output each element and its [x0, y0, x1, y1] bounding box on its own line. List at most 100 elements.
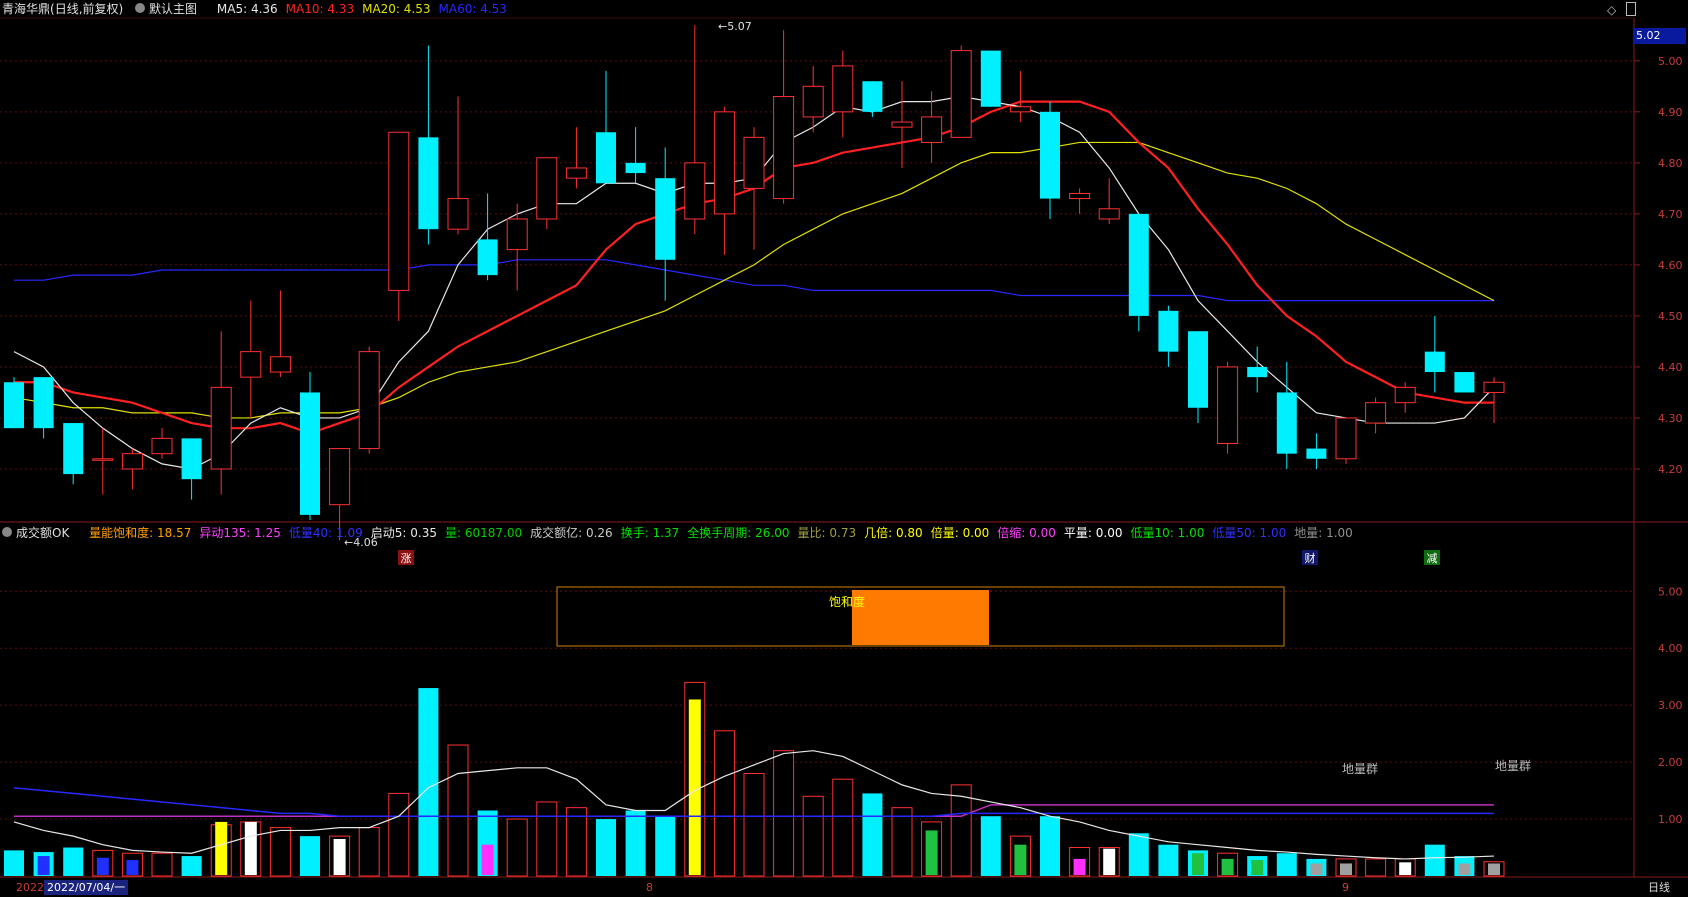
candle-body-up [802, 85, 824, 118]
legend-value: 4.36 [247, 2, 278, 16]
legend-label: 成交额亿: [530, 526, 583, 540]
y-tick-label: 4.30 [1658, 412, 1683, 425]
candle-body-up [565, 167, 587, 179]
sub-item-10: 倍量: 0.00 [931, 526, 990, 540]
sub-item-12: 平量: 0.00 [1064, 526, 1123, 540]
volume-bar-down [181, 856, 202, 876]
y-tick-label: 4.70 [1658, 208, 1683, 221]
candle-body-up [1335, 417, 1357, 460]
candle-body-down [1158, 310, 1179, 352]
volume-bar-up [950, 784, 972, 877]
volume-signal-bar [1458, 863, 1471, 875]
legend-label: 换手: [620, 526, 649, 540]
legend-value: 4.53 [399, 2, 431, 16]
sub-item-7: 全换手周期: 26.00 [687, 526, 789, 540]
legend-label: MA10: [285, 2, 324, 16]
main-chart-header: 青海华鼎(日线,前复权) 默认主图 MA5: 4.36 MA10: 4.33 MA2… [2, 0, 523, 18]
candle-body-up [1009, 106, 1031, 113]
ground-volume-label-1: 地量群 [1342, 762, 1378, 776]
candle-body-up [151, 437, 173, 455]
sub-template-label[interactable]: 成交额OK [2, 526, 77, 540]
volume-signal-bar [481, 844, 494, 875]
sub-item-14: 低量50: 1.00 [1212, 526, 1286, 540]
dropdown-icon[interactable] [1626, 2, 1636, 16]
stock-name[interactable]: 青海华鼎 [2, 2, 50, 16]
legend-value: 18.57 [153, 526, 192, 540]
legend-value: 1.00 [1322, 526, 1353, 540]
ma-legend: MA5: 4.36 MA10: 4.33 MA20: 4.53 MA60: 4.53 [217, 2, 515, 16]
sub-item-15: 地量: 1.00 [1294, 526, 1353, 540]
legend-label: 低量50: [1212, 526, 1256, 540]
legend-label: 倍缩: [997, 526, 1026, 540]
chart-canvas[interactable]: 5.00 4.90 4.80 4.70 4.60 4.50 4.40 4.30 4.20 ←5.0… [0, 0, 1688, 897]
volume-signal-bar [688, 699, 701, 875]
marker-zhang: 涨 [401, 552, 412, 565]
candle-body-up [891, 121, 913, 128]
date-label: 2022/07/04/一 [44, 880, 129, 895]
candle-body-up [1098, 208, 1120, 220]
legend-label: MA20: [362, 2, 400, 16]
current-price-tag: 5.02 [1633, 28, 1686, 44]
candle-body-up [1365, 402, 1387, 424]
legend-label: 地量: [1294, 526, 1323, 540]
legend-value: 0.00 [958, 526, 990, 540]
volume-signal-bar [1221, 858, 1234, 875]
sub-item-4: 量: 60187.00 [445, 526, 522, 540]
legend-label: 全换手周期: [687, 526, 752, 540]
candle-body-down [477, 239, 498, 276]
candle-body-up [921, 116, 943, 143]
volume-signal-bar [244, 821, 257, 875]
diamond-icon[interactable]: ◇ [1607, 3, 1616, 17]
legend-value: 1.09 [332, 526, 363, 540]
volume-signal-bar [1488, 863, 1500, 875]
volume-bar-up [358, 827, 380, 877]
candle-body-up [388, 131, 410, 291]
template-icon [2, 527, 12, 537]
candle-body-up [1394, 386, 1416, 404]
candle-body-up [1069, 192, 1091, 200]
candle-body-down [980, 50, 1001, 107]
y-tick-label: 4.40 [1658, 361, 1683, 374]
window-controls: ◇ [1607, 2, 1636, 17]
sub-y-tick-label: 1.00 [1658, 813, 1683, 826]
candle-body-down [1276, 392, 1297, 454]
sub-item-0: 量能饱和度: 18.57 [89, 526, 191, 540]
volume-bar-down [980, 816, 1001, 876]
sub-item-8: 量比: 0.73 [798, 526, 857, 540]
candle-body-down [1040, 111, 1060, 199]
legend-label: 量: [444, 526, 462, 540]
candle-body-down [300, 392, 320, 515]
volume-bar-up [536, 801, 558, 877]
legend-label: MA60: [438, 2, 477, 16]
candle-body-up [832, 65, 854, 113]
legend-value: 0.00 [1091, 526, 1123, 540]
volume-bar-up [891, 807, 913, 877]
saturation-label: 饱和度 [829, 594, 865, 609]
legend-label: 低量40: [288, 526, 333, 540]
volume-signal-bar [1192, 853, 1204, 875]
candle-body-down [418, 137, 439, 230]
volume-signal-bar [1399, 862, 1412, 875]
candle-body-up [92, 458, 114, 461]
candle-body-down [1454, 372, 1475, 393]
volume-bar-down [1158, 844, 1179, 876]
period-button[interactable]: 日线 [1648, 880, 1670, 895]
volume-signal-bar [1251, 860, 1264, 875]
candle-body-down [1188, 331, 1208, 408]
candle-body-up [210, 386, 232, 470]
candle-body-up [329, 448, 351, 506]
candle-body-down [181, 438, 202, 480]
sub-item-13: 低量10: 1.00 [1130, 526, 1204, 540]
ma-item-1: MA10: 4.33 [286, 2, 354, 16]
high-mark: ←5.07 [718, 20, 752, 33]
legend-label: MA5: [216, 2, 248, 16]
legend-value: 1.00 [1255, 526, 1287, 540]
volume-bar-down [862, 793, 883, 876]
volume-bar-up [713, 730, 735, 877]
candle-body-up [950, 50, 972, 138]
sub-item-1: 异动135: 1.25 [199, 526, 281, 540]
marker-cai: 财 [1305, 551, 1316, 565]
candle-body-up [240, 351, 262, 378]
template-label[interactable]: 默认主图 [135, 2, 205, 16]
legend-value: 0.80 [892, 526, 923, 540]
